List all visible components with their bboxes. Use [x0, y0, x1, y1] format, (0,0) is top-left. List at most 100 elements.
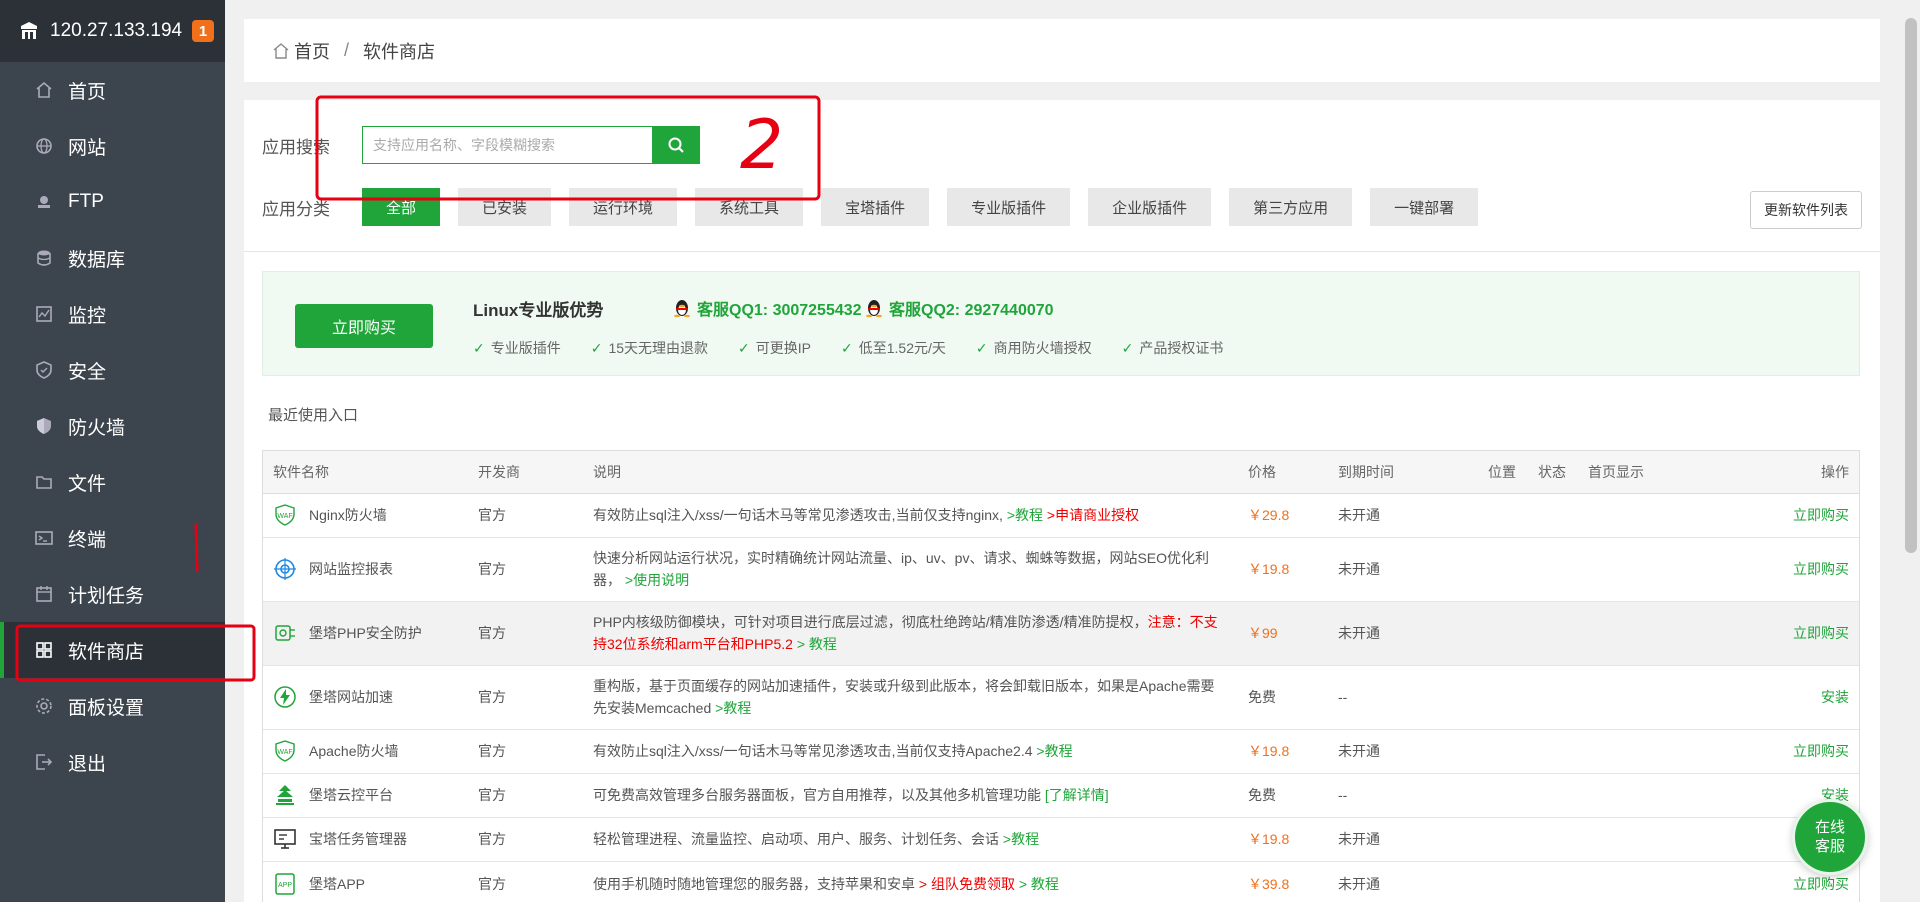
- sidebar-item-panel-settings[interactable]: 面板设置: [0, 678, 225, 734]
- developer: 官方: [468, 665, 583, 730]
- category-runtime[interactable]: 运行环境: [569, 188, 678, 226]
- sidebar-item-database[interactable]: 数据库: [0, 230, 225, 286]
- breadcrumb-current: 软件商店: [363, 41, 436, 62]
- software-name: Apache防火墙: [309, 743, 399, 759]
- tutorial-link[interactable]: >教程: [715, 700, 751, 716]
- expire-time: 未开通: [1328, 601, 1478, 666]
- sidebar-item-label: 安全: [68, 361, 107, 383]
- usage-guide-link[interactable]: >使用说明: [625, 572, 689, 588]
- category-system-tools[interactable]: 系统工具: [695, 188, 804, 226]
- category-row: 应用分类 全部 已安装 运行环境 系统工具 宝塔插件 专业版插件 企业版插件 第…: [262, 188, 1496, 226]
- category-pro-plugins[interactable]: 专业版插件: [947, 188, 1071, 226]
- description: 轻松管理进程、流量监控、启动项、用户、服务、计划任务、会话: [593, 831, 1003, 847]
- category-one-click-deploy[interactable]: 一键部署: [1370, 188, 1479, 226]
- server-ip: 120.27.133.194: [50, 20, 183, 41]
- feature-item: ✓ 商用防火墙授权: [976, 338, 1092, 358]
- logout-icon: [34, 752, 54, 772]
- buy-now-button[interactable]: 立即购买: [295, 304, 433, 348]
- feature-item: ✓ 可更换IP: [738, 338, 811, 358]
- software-table: 软件名称 开发商 说明 价格 到期时间 位置 状态 首页显示 操作 WAF Ngi…: [262, 450, 1860, 902]
- sidebar-item-ftp[interactable]: FTP: [0, 174, 225, 230]
- sidebar-item-security[interactable]: 安全: [0, 342, 225, 398]
- search-button[interactable]: [652, 126, 700, 164]
- description: PHP内核级防御模块，可针对项目进行底层过滤，彻底杜绝跨站/精准防渗透/精准防提…: [593, 614, 1148, 630]
- breadcrumb-home-link[interactable]: 首页: [294, 38, 330, 64]
- tutorial-link[interactable]: >教程: [1003, 831, 1039, 847]
- bt-logo-icon: [18, 20, 40, 42]
- expire-time: 未开通: [1328, 729, 1478, 774]
- tutorial-link[interactable]: > 教程: [1015, 876, 1059, 892]
- price: ￥19.8: [1238, 729, 1328, 774]
- buy-now-link[interactable]: 立即购买: [1718, 729, 1859, 774]
- buy-now-link[interactable]: 立即购买: [1718, 601, 1859, 666]
- buy-now-link[interactable]: 立即购买: [1718, 537, 1859, 602]
- monitor-icon: [34, 304, 54, 324]
- description: 有效防止sql注入/xss/一句话木马等常见渗透攻击,当前仅支持Apache2.…: [593, 743, 1037, 759]
- update-software-list-button[interactable]: 更新软件列表: [1750, 191, 1862, 229]
- description: 重构版，基于页面缓存的网站加速插件，安装或升级到此版本，将会卸载旧版本，如果是A…: [593, 678, 1215, 716]
- sidebar-item-firewall[interactable]: 防火墙: [0, 398, 225, 454]
- description: 使用手机随时随地管理您的服务器，支持苹果和安卓: [593, 876, 919, 892]
- qq2-text: 客服QQ2: 2927440070: [889, 302, 1054, 319]
- qq2-contact[interactable]: 客服QQ2: 2927440070: [865, 296, 1054, 320]
- sidebar-item-cron[interactable]: 计划任务: [0, 566, 225, 622]
- feature-label: 可更换IP: [755, 340, 812, 356]
- sidebar-item-terminal[interactable]: 终端: [0, 510, 225, 566]
- notification-badge[interactable]: 1: [192, 20, 215, 42]
- waf-icon: WAF: [273, 503, 297, 527]
- developer: 官方: [468, 601, 583, 666]
- sidebar-item-files[interactable]: 文件: [0, 454, 225, 510]
- table-row: WAF Nginx防火墙 官方 有效防止sql注入/xss/一句话木马等常见渗透攻…: [263, 493, 1859, 538]
- team-free-claim-link[interactable]: > 组队免费领取: [919, 876, 1015, 892]
- col-header-status: 状态: [1528, 451, 1578, 494]
- tutorial-link[interactable]: >教程: [1036, 743, 1072, 759]
- category-third-party[interactable]: 第三方应用: [1229, 188, 1353, 226]
- php-guard-icon: [273, 621, 297, 645]
- expire-time: 未开通: [1328, 861, 1478, 902]
- feature-item: ✓ 低至1.52元/天: [841, 338, 946, 358]
- category-all[interactable]: 全部: [362, 188, 441, 226]
- table-row: APP 堡塔APP 官方 使用手机随时随地管理您的服务器，支持苹果和安卓 > 组队…: [263, 861, 1859, 902]
- sidebar-item-label: 计划任务: [68, 585, 145, 607]
- sidebar-item-app-store[interactable]: 软件商店: [0, 622, 225, 678]
- sidebar-item-label: 防火墙: [68, 417, 126, 439]
- tutorial-link[interactable]: > 教程: [797, 636, 837, 652]
- check-icon: ✓: [975, 339, 988, 356]
- gear-icon: [34, 696, 54, 716]
- qq1-contact[interactable]: 客服QQ1: 3007255432: [673, 296, 862, 320]
- sidebar-item-label: 退出: [68, 753, 107, 775]
- scrollbar-thumb[interactable]: [1905, 18, 1917, 553]
- monitor-report-icon: [273, 557, 297, 581]
- sidebar-item-monitor[interactable]: 监控: [0, 286, 225, 342]
- home-icon: [272, 42, 290, 60]
- buy-now-link[interactable]: 立即购买: [1718, 493, 1859, 538]
- check-icon: ✓: [473, 339, 485, 356]
- software-name: 堡塔PHP安全防护: [309, 625, 422, 641]
- sidebar-item-website[interactable]: 网站: [0, 118, 225, 174]
- sidebar-item-logout[interactable]: 退出: [0, 734, 225, 790]
- sidebar-item-label: FTP: [68, 191, 104, 212]
- check-icon: ✓: [1121, 339, 1134, 356]
- sidebar-item-home[interactable]: 首页: [0, 62, 225, 118]
- online-service-button[interactable]: 在线 客服: [1792, 799, 1868, 875]
- qq-penguin-icon: [673, 298, 691, 318]
- install-link[interactable]: 安装: [1718, 665, 1859, 730]
- tutorial-link[interactable]: >教程: [1007, 507, 1043, 523]
- page-scrollbar[interactable]: [1902, 0, 1920, 902]
- table-header-row: 软件名称 开发商 说明 价格 到期时间 位置 状态 首页显示 操作: [263, 451, 1859, 494]
- category-bt-plugins[interactable]: 宝塔插件: [821, 188, 930, 226]
- col-header-action: 操作: [1718, 451, 1859, 494]
- price: 免费: [1238, 773, 1328, 818]
- learn-more-link[interactable]: [了解详情]: [1045, 787, 1109, 803]
- col-header-description: 说明: [583, 451, 1238, 494]
- divider: [244, 251, 1880, 252]
- search-input[interactable]: [362, 126, 652, 164]
- firewall-icon: [34, 416, 54, 436]
- software-name: 堡塔网站加速: [309, 689, 393, 705]
- category-label: 应用分类: [262, 199, 330, 219]
- category-enterprise-plugins[interactable]: 企业版插件: [1088, 188, 1212, 226]
- software-name: 堡塔APP: [309, 876, 366, 892]
- category-installed[interactable]: 已安装: [458, 188, 552, 226]
- commercial-license-link[interactable]: >申请商业授权: [1047, 507, 1139, 523]
- col-header-name[interactable]: 软件名称: [263, 451, 468, 494]
